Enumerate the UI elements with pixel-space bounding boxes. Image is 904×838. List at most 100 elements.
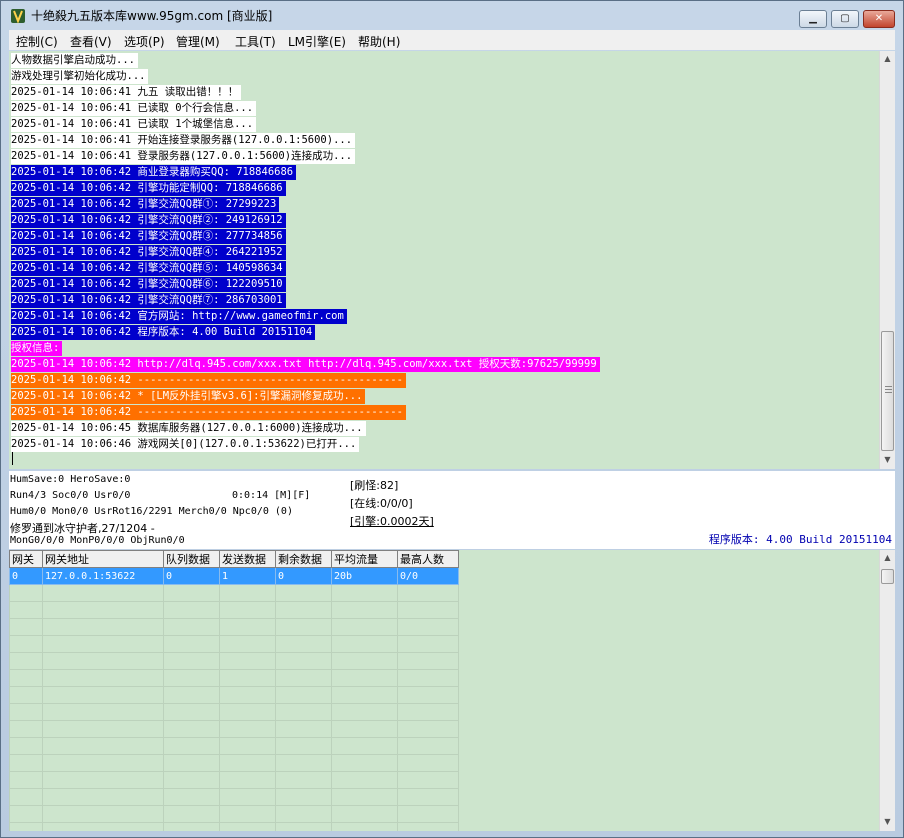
table-cell[interactable]: 1 [219, 567, 276, 585]
menu-tools[interactable]: 工具(T) [235, 33, 276, 50]
maximize-button[interactable]: ▢ [831, 10, 859, 28]
log-panel[interactable]: 人物数据引擎启动成功... 游戏处理引擎初始化成功... 2025-01-14 … [9, 51, 879, 469]
empty-cell [331, 822, 398, 831]
app-window: 十绝殺九五版本库www.95gm.com [商业版] ▁ ▢ ✕ 控制(C) 查… [0, 0, 904, 838]
empty-cell [331, 771, 398, 789]
menu-options[interactable]: 选项(P) [124, 33, 165, 50]
column-header[interactable]: 网关地址 [42, 550, 164, 568]
empty-cell [163, 601, 220, 619]
table-cell[interactable]: 0 [275, 567, 332, 585]
table-cell[interactable]: 127.0.0.1:53622 [42, 567, 164, 585]
empty-cell [163, 788, 220, 806]
table-cell[interactable]: 20b [331, 567, 398, 585]
empty-cell [9, 737, 43, 755]
empty-row [9, 652, 459, 670]
maximize-icon: ▢ [840, 13, 850, 24]
monster-status: MonG0/0/0 MonP0/0/0 ObjRun0/0 [10, 535, 185, 546]
menu-control[interactable]: 控制(C) [16, 33, 58, 50]
table-cell[interactable]: 0/0 [397, 567, 459, 585]
empty-cell [42, 669, 164, 687]
empty-cell [331, 686, 398, 704]
empty-cell [219, 805, 276, 823]
scroll-up-icon[interactable]: ▲ [880, 51, 895, 67]
app-icon [11, 9, 25, 24]
empty-row [9, 771, 459, 789]
empty-cell [219, 601, 276, 619]
empty-cell [275, 601, 332, 619]
empty-cell [275, 805, 332, 823]
empty-cell [9, 720, 43, 738]
empty-cell [331, 618, 398, 636]
empty-cell [275, 822, 332, 831]
empty-cell [42, 805, 164, 823]
empty-cell [275, 652, 332, 670]
scroll-down-icon[interactable]: ▼ [880, 814, 895, 830]
menu-view[interactable]: 查看(V) [70, 33, 112, 50]
empty-row [9, 805, 459, 823]
menu-help[interactable]: 帮助(H) [358, 33, 400, 50]
empty-cell [397, 754, 459, 772]
scroll-up-icon[interactable]: ▲ [880, 550, 895, 566]
gateway-grid[interactable]: 网关 网关地址 队列数据 发送数据 剩余数据 平均流量 最高人数 0 127.0… [9, 550, 895, 831]
empty-cell [397, 720, 459, 738]
log-scroll-thumb[interactable] [881, 331, 894, 451]
empty-cell [275, 737, 332, 755]
empty-cell [275, 669, 332, 687]
empty-cell [9, 669, 43, 687]
table-cell[interactable]: 0 [163, 567, 220, 585]
grid-scrollbar[interactable]: ▲ ▼ [879, 550, 895, 831]
log-line: 2025-01-14 10:06:42 官方网站: http://www.gam… [11, 309, 347, 324]
empty-row [9, 601, 459, 619]
empty-cell [331, 788, 398, 806]
uptime-status: 0:0:14 [M][F] [232, 490, 311, 501]
column-header[interactable]: 最高人数 [397, 550, 459, 568]
table-cell[interactable]: 0 [9, 567, 43, 585]
table-row[interactable]: 0 127.0.0.1:53622 0 1 0 20b 0/0 [9, 567, 459, 585]
empty-row [9, 635, 459, 653]
empty-cell [275, 584, 332, 602]
empty-cell [42, 703, 164, 721]
grid-scroll-thumb[interactable] [881, 569, 894, 584]
empty-row [9, 703, 459, 721]
log-scrollbar[interactable]: ▲ ▼ [879, 51, 895, 469]
empty-cell [219, 669, 276, 687]
menu-manage[interactable]: 管理(M) [176, 33, 220, 50]
empty-row [9, 788, 459, 806]
save-status: HumSave:0 HeroSave:0 [10, 474, 131, 485]
close-button[interactable]: ✕ [863, 10, 895, 28]
title-bar[interactable]: 十绝殺九五版本库www.95gm.com [商业版] ▁ ▢ ✕ [1, 1, 903, 29]
scroll-down-icon[interactable]: ▼ [880, 452, 895, 468]
empty-cell [219, 754, 276, 772]
empty-cell [275, 771, 332, 789]
minimize-button[interactable]: ▁ [799, 10, 827, 28]
column-header[interactable]: 剩余数据 [275, 550, 332, 568]
log-line: 2025-01-14 10:06:42 --------------------… [11, 405, 406, 420]
run-status: Run4/3 Soc0/0 Usr0/0 [10, 490, 131, 501]
empty-cell [397, 635, 459, 653]
menu-bar: 控制(C) 查看(V) 选项(P) 管理(M) 工具(T) LM引擎(E) 帮助… [9, 30, 895, 50]
empty-cell [331, 669, 398, 687]
column-header[interactable]: 队列数据 [163, 550, 220, 568]
empty-cell [163, 754, 220, 772]
empty-cell [219, 737, 276, 755]
empty-cell [9, 584, 43, 602]
log-line: 2025-01-14 10:06:42 --------------------… [11, 373, 406, 388]
menu-lm-engine[interactable]: LM引擎(E) [288, 33, 346, 50]
empty-cell [219, 584, 276, 602]
log-line: 2025-01-14 10:06:41 已读取 0个行会信息... [11, 101, 257, 116]
log-line: 2025-01-14 10:06:42 引擎交流QQ群①: 27299223 [11, 197, 280, 212]
empty-cell [42, 822, 164, 831]
empty-cell [397, 601, 459, 619]
empty-cell [163, 771, 220, 789]
empty-cell [9, 805, 43, 823]
empty-cell [42, 635, 164, 653]
log-line: 2025-01-14 10:06:42 商业登录器购买QQ: 718846686 [11, 165, 297, 180]
empty-cell [163, 686, 220, 704]
column-header[interactable]: 平均流量 [331, 550, 398, 568]
column-header[interactable]: 网关 [9, 550, 43, 568]
log-line: 2025-01-14 10:06:41 登录服务器(127.0.0.1:5600… [11, 149, 356, 164]
empty-cell [331, 601, 398, 619]
empty-cell [9, 703, 43, 721]
column-header[interactable]: 发送数据 [219, 550, 276, 568]
empty-cell [331, 805, 398, 823]
